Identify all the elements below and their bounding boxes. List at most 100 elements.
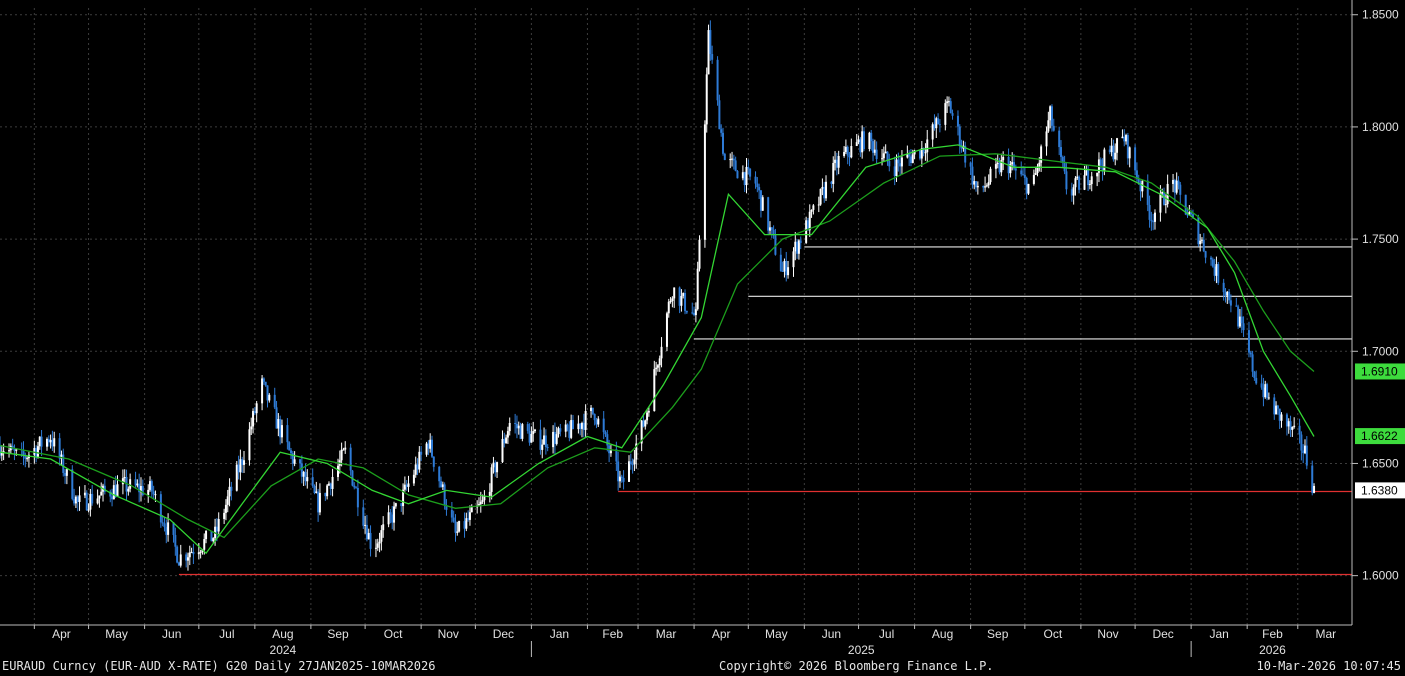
candle-body — [441, 484, 444, 487]
candle-body — [147, 489, 150, 496]
candle-body — [199, 551, 202, 553]
candle-body — [680, 295, 683, 306]
candle-body — [163, 523, 166, 528]
candle-body — [1287, 421, 1290, 427]
candle-body — [58, 438, 61, 459]
candle-body — [1204, 251, 1207, 258]
candle-body — [235, 464, 238, 491]
candle-body — [604, 432, 607, 435]
candle-body — [557, 428, 560, 435]
candle-body — [427, 443, 430, 449]
candle-body — [96, 498, 99, 504]
candle-body — [1020, 170, 1023, 175]
x-month-label: May — [765, 627, 788, 641]
candle-body — [691, 312, 694, 314]
candle-body — [1126, 135, 1129, 159]
x-month-label: Jul — [219, 627, 234, 641]
candle-body — [767, 197, 770, 231]
candle-body — [895, 159, 898, 176]
x-month-label: Oct — [384, 627, 403, 641]
candle-body — [870, 132, 873, 142]
candle-body — [40, 436, 43, 447]
candle-body — [539, 429, 542, 450]
candle-body — [656, 365, 659, 368]
candle-body — [1267, 397, 1270, 399]
candle-body — [996, 162, 999, 165]
candle — [705, 67, 708, 133]
y-tick-label: 1.7000 — [1362, 344, 1399, 358]
candle-body — [159, 494, 162, 523]
candle-body — [382, 524, 385, 531]
candle-body — [356, 488, 359, 508]
candle — [1217, 261, 1220, 285]
candle-body — [49, 439, 52, 443]
candle — [1027, 183, 1030, 195]
candle-body — [1014, 168, 1017, 171]
candle-body — [835, 159, 838, 168]
candle-body — [407, 483, 410, 487]
candle — [736, 170, 739, 179]
candle-body — [515, 423, 518, 429]
candle-body — [1040, 146, 1043, 163]
candle-body — [544, 435, 547, 448]
candle-body — [1022, 174, 1025, 176]
candle-body — [152, 491, 155, 495]
candle-body — [797, 240, 800, 254]
candle-body — [391, 514, 394, 523]
price-tag-label: 1.6622 — [1361, 429, 1398, 443]
candle-body — [230, 486, 233, 491]
candle-body — [1099, 159, 1102, 166]
candle-body — [463, 521, 466, 529]
candle — [707, 24, 710, 75]
candle-body — [369, 532, 372, 549]
candle-body — [337, 465, 339, 477]
candle-body — [154, 494, 157, 496]
candle-body — [470, 507, 473, 513]
candle-body — [1164, 204, 1167, 206]
candle-body — [985, 185, 988, 187]
x-year-label: 2025 — [848, 643, 875, 657]
candle-body — [1289, 421, 1292, 430]
candle-body — [872, 141, 875, 153]
candle-body — [1002, 157, 1005, 161]
candle-body — [1255, 377, 1258, 384]
candle-body — [264, 381, 267, 386]
candle-body — [288, 442, 291, 451]
candle-body — [190, 551, 193, 553]
candle-body — [65, 469, 68, 476]
candle-body — [975, 181, 978, 188]
candle-body — [1074, 178, 1077, 188]
candle-body — [937, 118, 940, 125]
candle-body — [506, 431, 509, 438]
candle-body — [179, 554, 182, 566]
candle — [716, 56, 719, 106]
candle-body — [91, 493, 94, 504]
candle-body — [1146, 180, 1149, 205]
candle-body — [313, 485, 316, 493]
candle-body — [631, 464, 634, 466]
candle-body — [239, 459, 242, 473]
candle-body — [1235, 305, 1238, 307]
candle-body — [581, 422, 584, 429]
candle-body — [1285, 414, 1288, 427]
candle-body — [161, 522, 164, 524]
candle-body — [302, 471, 305, 477]
candle-body — [1211, 259, 1214, 267]
candle-body — [628, 461, 631, 482]
candle-body — [794, 241, 797, 252]
candle-body — [1278, 408, 1281, 421]
candle-body — [956, 115, 959, 127]
footer-copyright: Copyright© 2026 Bloomberg Finance L.P. — [719, 659, 994, 673]
candle-body — [177, 562, 180, 566]
candle-body — [673, 287, 676, 299]
candle-body — [364, 524, 367, 526]
candle-body — [1302, 450, 1305, 454]
candle-body — [1260, 383, 1263, 388]
candle-body — [718, 100, 721, 130]
candle-body — [745, 166, 748, 186]
candle-body — [720, 129, 723, 133]
candle-body — [810, 209, 813, 212]
candle-body — [300, 463, 303, 477]
candle-body — [1304, 445, 1307, 454]
candle-body — [1266, 384, 1269, 398]
